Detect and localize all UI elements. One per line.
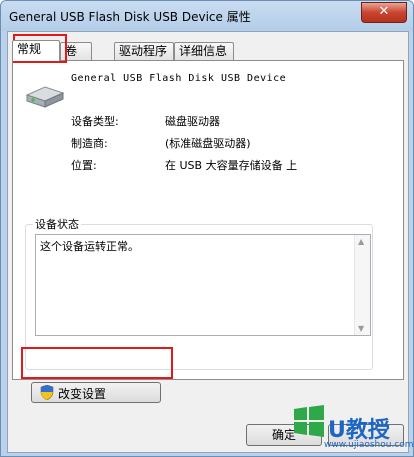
device-type-value: 磁盘驱动器 — [165, 115, 220, 128]
close-button[interactable]: ✕ — [361, 2, 407, 23]
title-bar[interactable]: General USB Flash Disk USB Device 属性 ✕ — [1, 1, 413, 31]
general-tab-panel: General USB Flash Disk USB Device 设备类型: … — [12, 60, 404, 403]
close-icon: ✕ — [378, 4, 390, 19]
location-label: 位置: — [71, 159, 97, 172]
watermark-url: www.ujiaoshou.com — [324, 440, 414, 450]
status-scrollbar[interactable]: ▲ ▼ — [354, 235, 370, 335]
device-status-title: 设备状态 — [33, 216, 81, 232]
change-settings-button[interactable]: 改变设置 — [31, 382, 161, 403]
device-name: General USB Flash Disk USB Device — [71, 73, 287, 84]
change-settings-label: 改变设置 — [58, 387, 107, 401]
location-value: 在 USB 大容量存储设备 上 — [165, 159, 298, 172]
tab-driver[interactable]: 驱动程序 — [114, 42, 174, 60]
window-title: General USB Flash Disk USB Device 属性 — [9, 10, 251, 24]
drive-icon — [25, 86, 65, 108]
tab-general[interactable]: 常规 — [12, 40, 60, 61]
watermark-logo-icon — [294, 405, 324, 437]
scroll-down-icon[interactable]: ▼ — [358, 324, 364, 333]
manufacturer-value: (标准磁盘驱动器) — [165, 137, 251, 150]
tab-details[interactable]: 详细信息 — [174, 42, 234, 60]
device-status-textbox[interactable]: 这个设备运转正常。 ▲ ▼ — [35, 234, 371, 336]
device-type-label: 设备类型: — [71, 115, 119, 128]
tab-volumes[interactable]: 卷 — [60, 42, 92, 60]
dialog-client: 常规 卷 驱动程序 详细信息 General USB Flash Disk US… — [7, 31, 409, 453]
watermark: U教授 www.ujiaoshou.com — [292, 398, 414, 457]
manufacturer-label: 制造商: — [71, 137, 108, 150]
scroll-up-icon[interactable]: ▲ — [358, 237, 364, 246]
device-status-text: 这个设备运转正常。 — [40, 240, 139, 253]
shield-icon — [40, 385, 54, 400]
properties-window: General USB Flash Disk USB Device 属性 ✕ 常… — [0, 0, 414, 457]
